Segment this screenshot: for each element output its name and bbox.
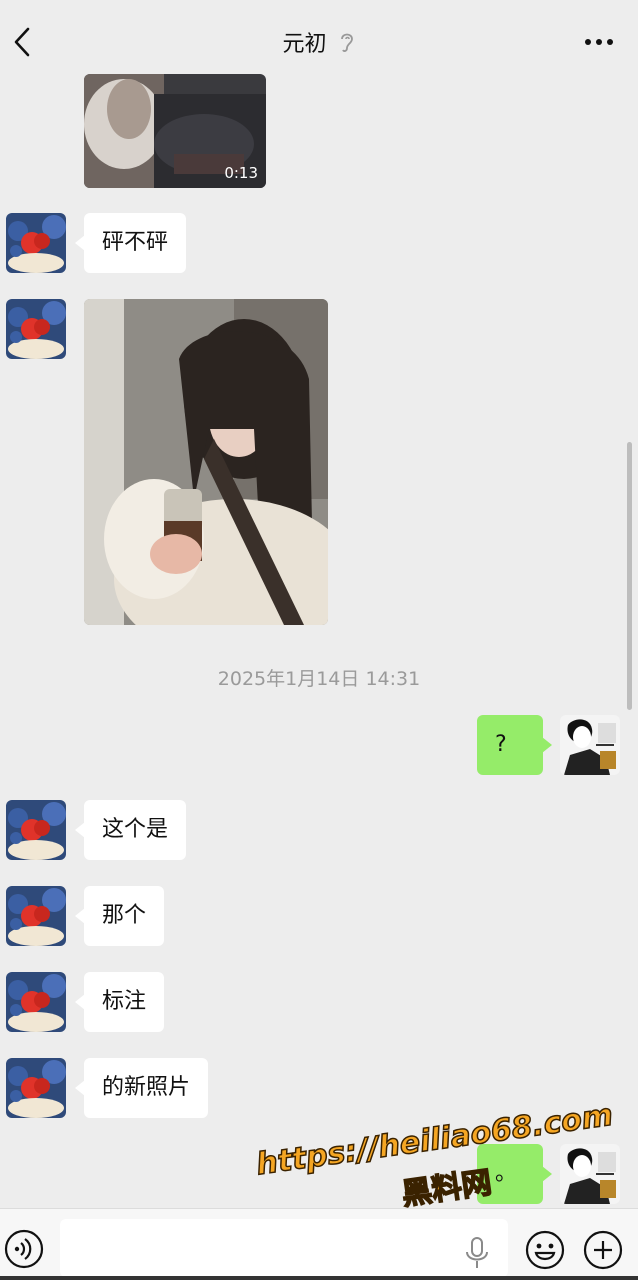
ear-icon xyxy=(338,30,356,60)
avatar[interactable] xyxy=(6,213,66,273)
video-message[interactable]: 0:13 xyxy=(84,74,266,188)
message-bubble[interactable]: 标注 xyxy=(74,972,165,1032)
chat-screen: 元初 0:13 砰不砰 2025年1月14日 14:31 ? 这个是 那个 标注… xyxy=(0,0,638,1280)
message-bubble[interactable]: 砰不砰 xyxy=(74,213,187,273)
scrollbar[interactable] xyxy=(627,442,632,710)
avatar[interactable] xyxy=(6,1058,66,1118)
emoji-icon[interactable] xyxy=(524,1229,566,1271)
message-bubble[interactable]: 那个 xyxy=(74,886,165,946)
self-avatar[interactable] xyxy=(560,1144,620,1204)
self-message-bubble[interactable]: ? xyxy=(477,715,552,775)
input-bar xyxy=(0,1208,638,1280)
avatar[interactable] xyxy=(6,299,66,359)
chat-header: 元初 xyxy=(0,0,638,74)
timestamp: 2025年1月14日 14:31 xyxy=(217,668,421,690)
chat-title: 元初 xyxy=(282,32,327,57)
plus-icon[interactable] xyxy=(582,1229,624,1271)
mic-icon[interactable] xyxy=(462,1235,492,1271)
message-input[interactable] xyxy=(60,1219,508,1277)
avatar[interactable] xyxy=(6,972,66,1032)
avatar[interactable] xyxy=(6,886,66,946)
voice-icon[interactable] xyxy=(4,1229,44,1269)
home-indicator xyxy=(0,1276,638,1280)
chat-title-wrap: 元初 xyxy=(0,26,638,60)
message-list[interactable]: 0:13 砰不砰 2025年1月14日 14:31 ? 这个是 那个 标注 的新… xyxy=(0,74,638,1208)
photo-message[interactable] xyxy=(84,299,328,625)
self-message-bubble[interactable]: 。 xyxy=(477,1144,552,1204)
self-avatar[interactable] xyxy=(560,715,620,775)
more-dots-icon[interactable] xyxy=(584,30,614,54)
message-bubble[interactable]: 的新照片 xyxy=(74,1058,209,1118)
video-duration: 0:13 xyxy=(224,164,258,182)
avatar[interactable] xyxy=(6,800,66,860)
message-bubble[interactable]: 这个是 xyxy=(74,800,187,860)
